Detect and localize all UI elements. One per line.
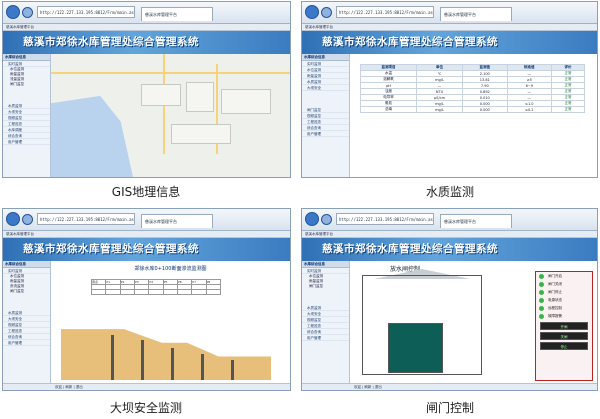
sidebar: 水库综合信息 实时监测 水位监测 雨量监测 渗流监测 闸门监控 水质监测 大坝安… — [3, 261, 51, 390]
dam-section-title: 郑徐水库0+100断面渗流监测图 — [134, 266, 207, 272]
sidebar-item[interactable]: 用户管理 — [302, 131, 349, 137]
control-row: 故障报警 — [536, 312, 592, 320]
back-icon[interactable] — [6, 5, 20, 19]
control-row: 闸门开启 — [536, 272, 592, 280]
gate-control-panel: 闸门开启 闸门关闭 闸门停止 电源状态 远程控制 故障报警 开闸 关闸 停止 — [535, 271, 593, 381]
caption-gis: GIS地理信息 — [111, 185, 181, 199]
address-bar[interactable]: http://122.227.133.195:8012/Frm/main.asp… — [37, 6, 135, 18]
open-gate-button[interactable]: 开闸 — [540, 322, 588, 330]
browser-tab[interactable]: 慈溪水库管理平台 — [440, 7, 512, 21]
back-icon[interactable] — [6, 212, 20, 226]
control-row: 闸门关闭 — [536, 280, 592, 288]
control-row: 闸门停止 — [536, 288, 592, 296]
system-title: 慈溪市郑徐水库管理处综合管理系统 — [302, 238, 597, 261]
water-quality-table: 监测项目 单位 监测值 标准值 评价 水温 ℃ 2.100— 正常 溶解氧 mg/L 13… — [359, 64, 585, 113]
table-row: 总磷 mg/L 0.000 ≤0.2 正常 — [359, 106, 585, 113]
seepage-grid: 测点 P1 P2 P3 P4 P5 P6 P7 P8 — [90, 279, 222, 295]
sidebar: 水库综合信息 实时监测 水位监测 雨量监测 水质监测 大坝安全 闸门监控 视频监… — [302, 54, 350, 177]
browser-toolbar: http://122.227.133.195:8012/Frm/main.asp… — [3, 2, 290, 24]
sidebar-item[interactable]: 用户管理 — [3, 139, 50, 145]
forward-icon[interactable] — [321, 214, 332, 225]
system-title: 慈溪市郑徐水库管理处综合管理系统 — [302, 31, 597, 54]
browser-toolbar: http://122.227.133.195:8012/Frm/main.asp… — [3, 209, 290, 231]
browser-tab[interactable]: 慈溪水库管理平台 — [141, 214, 213, 228]
address-bar[interactable]: http://122.227.133.195:8012/Frm/main.asp… — [37, 213, 135, 225]
caption-dam-safety: 大坝安全监测 — [109, 401, 182, 415]
system-title: 慈溪市郑徐水库管理处综合管理系统 — [3, 238, 290, 261]
screenshot-water-quality: http://122.227.133.195:8012/Frm/main.asp… — [301, 1, 598, 178]
dam-cross-section — [61, 329, 271, 380]
status-bar: 欢迎 | 刷新 | 退出 — [302, 383, 597, 390]
sidebar-item[interactable]: 用户管理 — [302, 335, 349, 341]
forward-icon[interactable] — [321, 7, 332, 18]
caption-gate-control: 闸门控制 — [425, 401, 474, 415]
browser-tab[interactable]: 慈溪水库管理平台 — [440, 214, 512, 228]
sidebar: 水库综合信息 实时监测 水位监测 雨量监测 流量监测 闸门监控 水质监测 大坝安… — [3, 54, 51, 177]
address-bar[interactable]: http://122.227.133.195:8012/Frm/main.asp… — [336, 6, 434, 18]
screenshot-dam-safety: http://122.227.133.195:8012/Frm/main.asp… — [2, 208, 291, 391]
stop-gate-button[interactable]: 停止 — [540, 342, 588, 350]
gate-content: 放水闸控制 闸门开启 闸门关闭 闸门停止 电源状态 远程控制 故障报警 开闸 关… — [350, 261, 597, 390]
menu-bar: 慈溪水库管理平台 — [3, 24, 290, 31]
dam-content: 郑徐水库0+100断面渗流监测图 测点 P1 P2 P3 P4 P5 P6 P7 P8 — [51, 261, 290, 390]
close-gate-button[interactable]: 关闸 — [540, 332, 588, 340]
sidebar-header: 水库综合信息 — [3, 54, 50, 61]
back-icon[interactable] — [305, 212, 319, 226]
sidebar: 水库综合信息 实时监测 水位监测 雨量监测 闸门监控 水质监测 大坝安全 视频监… — [302, 261, 350, 390]
browser-toolbar: http://122.227.133.195:8012/Frm/main.asp… — [302, 2, 597, 24]
address-bar[interactable]: http://122.227.133.195:8012/Frm/main.asp… — [336, 213, 434, 225]
system-title: 慈溪市郑徐水库管理处综合管理系统 — [3, 31, 290, 54]
sidebar-header: 水库综合信息 — [3, 261, 50, 268]
gis-map[interactable] — [51, 54, 290, 177]
sidebar-header: 水库综合信息 — [302, 54, 349, 61]
forward-icon[interactable] — [22, 7, 33, 18]
water-quality-content: 监测项目 单位 监测值 标准值 评价 水温 ℃ 2.100— 正常 溶解氧 mg/L 13… — [350, 54, 597, 177]
menu-bar: 慈溪水库管理平台 — [302, 24, 597, 31]
browser-toolbar: http://122.227.133.195:8012/Frm/main.asp… — [302, 209, 597, 231]
gate-water-tank — [388, 323, 443, 373]
sidebar-header: 水库综合信息 — [302, 261, 349, 268]
caption-water-quality: 水质监测 — [425, 185, 474, 199]
forward-icon[interactable] — [22, 214, 33, 225]
screenshot-gis: http://122.227.133.195:8012/Frm/main.asp… — [2, 1, 291, 178]
control-row: 电源状态 — [536, 296, 592, 304]
screenshot-gate-control: http://122.227.133.195:8012/Frm/main.asp… — [301, 208, 598, 391]
menu-bar: 慈溪水库管理平台 — [3, 231, 290, 238]
browser-tab[interactable]: 慈溪水库管理平台 — [141, 7, 213, 21]
status-bar: 欢迎 | 刷新 | 退出 — [3, 383, 290, 390]
menu-bar: 慈溪水库管理平台 — [302, 231, 597, 238]
sidebar-item[interactable]: 用户管理 — [3, 340, 50, 346]
back-icon[interactable] — [305, 5, 319, 19]
control-row: 远程控制 — [536, 304, 592, 312]
